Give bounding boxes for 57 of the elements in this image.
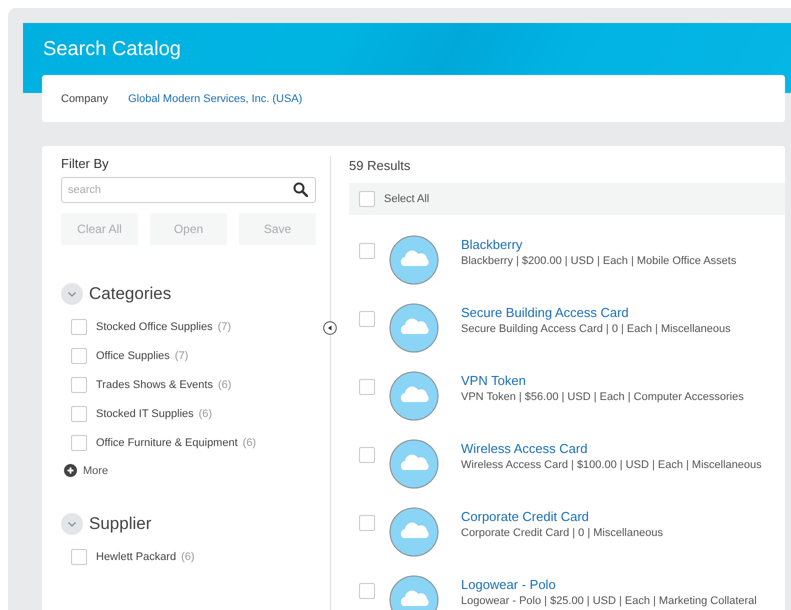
item-details: Corporate Credit Card | 0 | Miscellaneous <box>461 527 663 539</box>
filter-option[interactable]: Trades Shows & Events <box>96 379 213 391</box>
more-link[interactable]: More <box>83 464 108 476</box>
cloud-icon <box>389 235 439 285</box>
item-details: Secure Building Access Card | 0 | Each | Miscellaneous <box>461 323 731 335</box>
plus-icon[interactable] <box>64 464 77 477</box>
select-all-label[interactable]: Select All <box>384 193 430 205</box>
filter-option[interactable]: Office Furniture & Equipment <box>96 437 238 449</box>
search-icon <box>293 182 308 197</box>
cloud-icon <box>389 371 439 421</box>
checkbox[interactable] <box>71 406 87 422</box>
filter-title: Filter By <box>61 156 110 171</box>
checkbox[interactable] <box>359 191 375 207</box>
checkbox[interactable] <box>71 549 87 565</box>
option-count: (6) <box>181 551 195 563</box>
search-field[interactable]: search <box>61 177 316 203</box>
checkbox[interactable] <box>71 319 87 335</box>
checkbox[interactable] <box>359 447 375 463</box>
item-link[interactable]: Secure Building Access Card <box>461 305 731 320</box>
item-details: VPN Token | $56.00 | USD | Each | Computer Accessories <box>461 391 744 403</box>
checkbox[interactable] <box>71 377 87 393</box>
checkbox[interactable] <box>359 583 375 599</box>
filter-option[interactable]: Stocked Office Supplies <box>96 321 213 333</box>
option-count: (6) <box>218 379 232 391</box>
item-link[interactable]: Logowear - Polo <box>461 577 757 592</box>
checkbox[interactable] <box>359 515 375 531</box>
item-details: Blackberry | $200.00 | USD | Each | Mobile Office Assets <box>461 255 736 267</box>
filter-option[interactable]: Office Supplies <box>96 350 170 362</box>
chevron-icon[interactable] <box>61 283 83 305</box>
collapse-icon[interactable] <box>323 321 337 335</box>
checkbox[interactable] <box>359 311 375 327</box>
filter-option[interactable]: Stocked IT Supplies <box>96 408 194 420</box>
checkbox[interactable] <box>359 243 375 259</box>
item-link[interactable]: Corporate Credit Card <box>461 509 663 524</box>
cloud-icon <box>389 507 439 557</box>
cloud-icon <box>389 303 439 353</box>
section-title: Categories <box>89 284 172 304</box>
item-link[interactable]: Wireless Access Card <box>461 441 762 456</box>
company-label: Company <box>61 92 108 104</box>
results-count: 59 Results <box>349 158 412 173</box>
option-count: (6) <box>198 408 212 420</box>
item-link[interactable]: VPN Token <box>461 373 744 388</box>
item-link[interactable]: Blackberry <box>461 237 736 252</box>
company-link[interactable]: Global Modern Services, Inc. (USA) <box>128 92 302 104</box>
checkbox[interactable] <box>359 379 375 395</box>
item-details: Logowear - Polo | $25.00 | USD | Each | Marketing Collateral <box>461 595 757 607</box>
section-title: Supplier <box>89 514 152 534</box>
option-count: (7) <box>218 321 232 333</box>
checkbox[interactable] <box>71 435 87 451</box>
item-details: Wireless Access Card | $100.00 | USD | Each | Miscellaneous <box>461 459 762 471</box>
filter-option[interactable]: Hewlett Packard <box>96 551 176 563</box>
option-count: (7) <box>174 350 188 362</box>
checkbox[interactable] <box>71 348 87 364</box>
chevron-icon[interactable] <box>61 513 83 535</box>
cloud-icon <box>389 439 439 489</box>
page-title: Search Catalog <box>43 37 182 61</box>
option-count: (6) <box>242 437 256 449</box>
